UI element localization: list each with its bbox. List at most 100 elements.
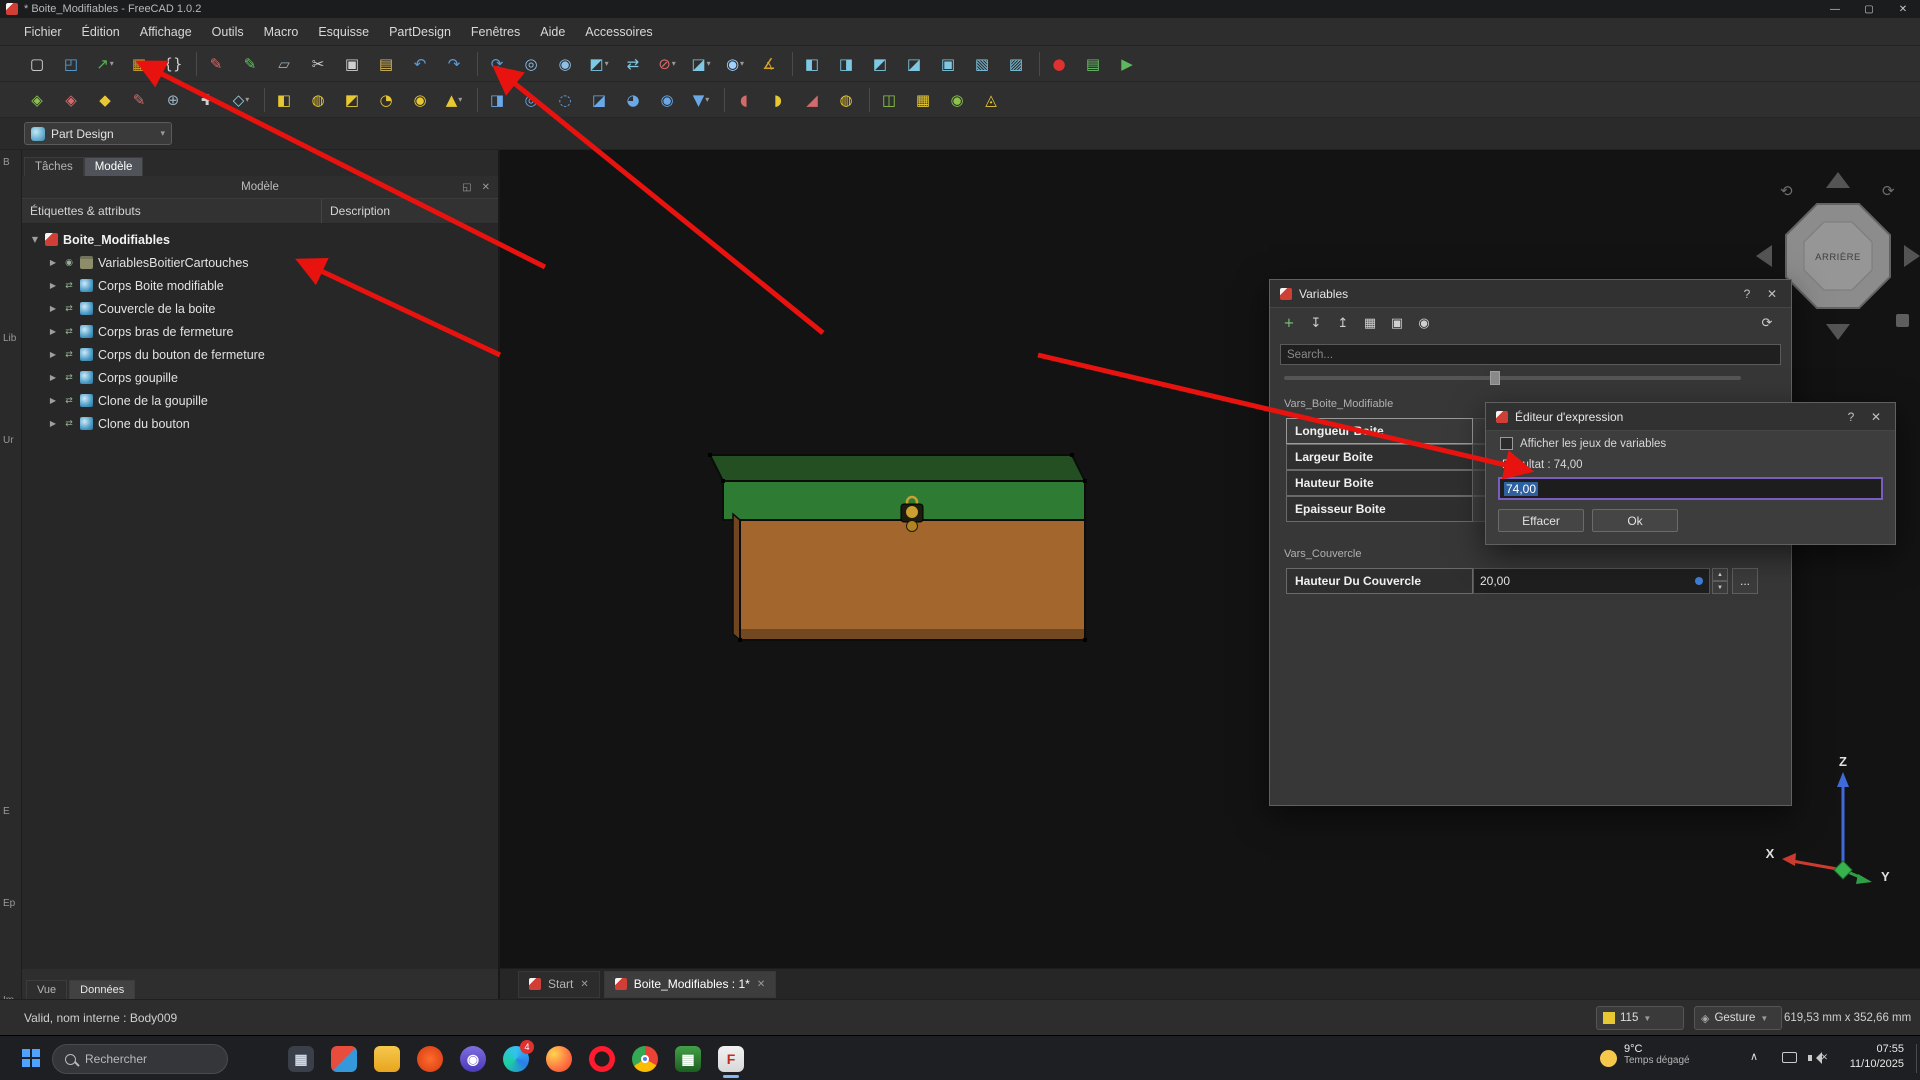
expand-arrow-icon[interactable]: ▶ — [48, 396, 58, 405]
close-panel-icon[interactable]: ✕ — [482, 182, 490, 193]
view-axonometric-icon[interactable]: ▨ — [1003, 51, 1029, 77]
subtractive-loft-icon[interactable]: ◪ — [586, 87, 612, 113]
sketch-new-icon[interactable]: ✎ — [203, 51, 229, 77]
menu-accessoires[interactable]: Accessoires — [575, 18, 662, 46]
maximize-button[interactable]: ▢ — [1852, 0, 1886, 18]
undo-icon[interactable]: ↶ — [407, 51, 433, 77]
chamfer-icon[interactable]: ◗ — [765, 87, 791, 113]
expand-arrow-icon[interactable]: ▶ — [48, 281, 58, 290]
desktop-app-icon[interactable]: ▦ — [288, 1043, 314, 1075]
expression-input[interactable]: 74,00 — [1498, 477, 1883, 500]
macro-braces-icon[interactable]: {} — [160, 51, 186, 77]
revolution-icon[interactable]: ◍ — [305, 87, 331, 113]
sketch-edit-icon[interactable]: ✎ — [237, 51, 263, 77]
column-labels[interactable]: Étiquettes & attributs — [22, 199, 322, 223]
view-rear-icon[interactable]: ◪ — [901, 51, 927, 77]
opera-icon[interactable] — [589, 1043, 615, 1075]
workbench-selector[interactable]: Part Design ▾ — [24, 122, 172, 145]
expand-arrow-icon[interactable]: ▶ — [48, 373, 58, 382]
menu-esquisse[interactable]: Esquisse — [308, 18, 379, 46]
subtractive-pipe-icon[interactable]: ◕ — [620, 87, 646, 113]
expand-arrow-icon[interactable]: ▶ — [48, 419, 58, 428]
create-body-icon[interactable]: ◆ — [92, 87, 118, 113]
cut-icon[interactable]: ✂ — [305, 51, 331, 77]
clock[interactable]: 07:55 11/10/2025 — [1850, 1042, 1904, 1072]
tree-item-body[interactable]: ▶ ⇄ Clone de la goupille — [22, 389, 498, 412]
menu-edition[interactable]: Édition — [72, 18, 130, 46]
variable-row[interactable]: Hauteur Du Couvercle 20,00 ▲▼ ... — [1286, 568, 1775, 594]
navigation-style-selector[interactable]: ◈ Gesture ▼ — [1694, 1006, 1782, 1030]
view-bottom-icon[interactable]: ▣ — [935, 51, 961, 77]
stereo-icon[interactable]: ◪▾ — [688, 51, 714, 77]
float-panel-icon[interactable]: ◱ — [462, 182, 471, 193]
cube-arrow-down[interactable] — [1826, 324, 1850, 340]
tab-start[interactable]: Start ✕ — [518, 971, 600, 998]
visibility-icon[interactable]: ◉ — [1413, 312, 1435, 334]
pocket-icon[interactable]: ◨ — [484, 87, 510, 113]
tree-item-body[interactable]: ▶ ⇄ Corps goupille — [22, 366, 498, 389]
rotate-ccw-icon[interactable]: ⟲ — [1780, 183, 1793, 200]
variable-name[interactable]: Hauteur Du Couvercle — [1286, 568, 1473, 594]
datum-plane-icon[interactable]: ◇▾ — [228, 87, 254, 113]
expression-dot-icon[interactable] — [1695, 577, 1703, 585]
checkbox[interactable] — [1500, 437, 1513, 450]
brave-icon[interactable] — [417, 1043, 443, 1075]
migrate-icon[interactable]: ◈ — [58, 87, 84, 113]
menu-partdesign[interactable]: PartDesign — [379, 18, 461, 46]
show-desktop-button[interactable] — [1916, 1044, 1917, 1073]
start-button[interactable] — [22, 1049, 40, 1067]
variables-search-input[interactable] — [1280, 344, 1781, 365]
display-tray-icon[interactable] — [1782, 1052, 1797, 1063]
expand-arrow-icon[interactable]: ▶ — [48, 258, 58, 267]
variable-name[interactable]: Longueur Boite — [1286, 418, 1473, 444]
menu-fenetres[interactable]: Fenêtres — [461, 18, 530, 46]
record-macro-icon[interactable]: ● — [1046, 51, 1072, 77]
view-right-icon[interactable]: ◩ — [867, 51, 893, 77]
variable-name[interactable]: Hauteur Boite — [1286, 470, 1473, 496]
mini-cube-icon[interactable] — [1896, 314, 1909, 327]
expression-dialog-titlebar[interactable]: Éditeur d'expression ? ✕ — [1486, 403, 1895, 431]
duplicate-icon[interactable]: ▣ — [1386, 312, 1408, 334]
close-tab-icon[interactable]: ✕ — [580, 979, 588, 990]
zoom-region-icon[interactable]: ◉ — [552, 51, 578, 77]
close-dialog-button[interactable]: ✕ — [1763, 287, 1781, 301]
maps-icon[interactable]: ◉ — [460, 1043, 486, 1075]
tab-vue[interactable]: Vue — [26, 980, 67, 999]
spin-up-icon[interactable]: ▲ — [1712, 568, 1728, 581]
tab-taches[interactable]: Tâches — [24, 157, 84, 176]
thickness-icon[interactable]: ◍ — [833, 87, 859, 113]
redo-icon[interactable]: ↷ — [441, 51, 467, 77]
firefox-icon[interactable] — [546, 1043, 572, 1075]
activate-body-icon[interactable]: ◈ — [24, 87, 50, 113]
tab-document[interactable]: Boite_Modifiables : 1* ✕ — [604, 971, 776, 998]
export-icon[interactable]: ↗▾ — [92, 51, 118, 77]
weather-widget[interactable]: 9°C Temps dégagé — [1624, 1043, 1690, 1066]
weather-icon[interactable] — [1600, 1050, 1617, 1067]
mirror-icon[interactable]: ◫ — [876, 87, 902, 113]
minimize-button[interactable]: — — [1818, 0, 1852, 18]
view-front-icon[interactable]: ◧ — [799, 51, 825, 77]
view-left-icon[interactable]: ▧ — [969, 51, 995, 77]
paint-app-icon[interactable] — [331, 1043, 357, 1075]
close-button[interactable]: ✕ — [1886, 0, 1920, 18]
search-input[interactable] — [85, 1052, 205, 1066]
tree-item-body[interactable]: ▶ ⇄ Corps Boite modifiable — [22, 274, 498, 297]
close-tab-icon[interactable]: ✕ — [757, 979, 765, 990]
new-document-icon[interactable]: ▢ — [24, 51, 50, 77]
linear-pattern-icon[interactable]: ▦ — [910, 87, 936, 113]
expand-arrow-icon[interactable]: ▼ — [30, 235, 40, 244]
spin-down-icon[interactable]: ▼ — [1712, 581, 1728, 594]
fillet-icon[interactable]: ◖ — [731, 87, 757, 113]
additive-helix-icon[interactable]: ◉ — [407, 87, 433, 113]
subtractive-helix-icon[interactable]: ◉ — [654, 87, 680, 113]
table-icon[interactable]: ▦ — [1359, 312, 1381, 334]
variable-name[interactable]: Largeur Boite — [1286, 444, 1473, 470]
chrome-icon[interactable] — [632, 1043, 658, 1075]
export-icon[interactable]: ↥ — [1332, 312, 1354, 334]
variables-grid-icon[interactable]: ▦ — [126, 51, 152, 77]
units-selector[interactable]: 115 ▼ — [1596, 1006, 1684, 1030]
show-variable-sets-option[interactable]: Afficher les jeux de variables — [1500, 437, 1666, 450]
create-datum-icon[interactable]: ✚ — [194, 87, 220, 113]
pad-icon[interactable]: ◧ — [271, 87, 297, 113]
polar-pattern-icon[interactable]: ◉ — [944, 87, 970, 113]
